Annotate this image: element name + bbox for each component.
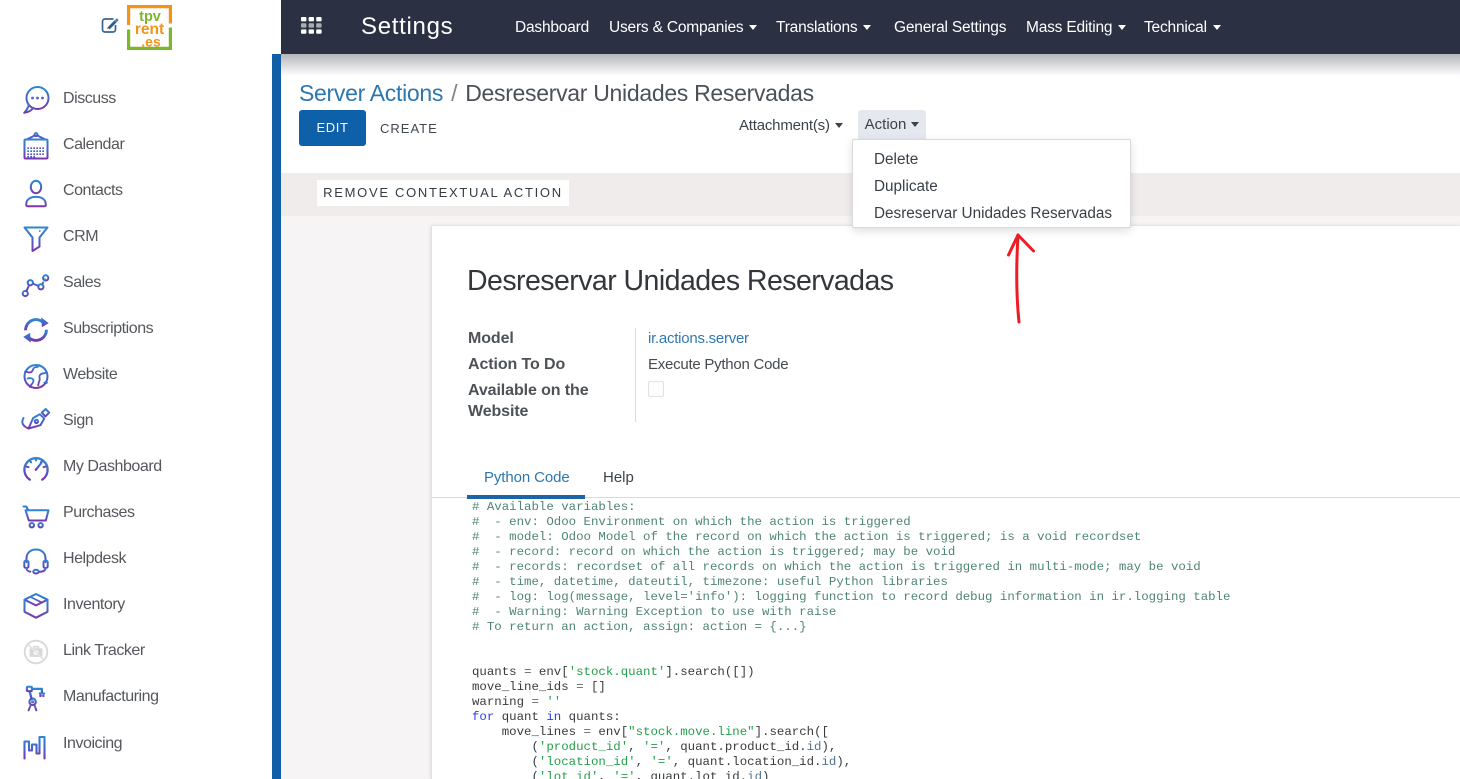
- svg-text:.es: .es: [141, 34, 161, 50]
